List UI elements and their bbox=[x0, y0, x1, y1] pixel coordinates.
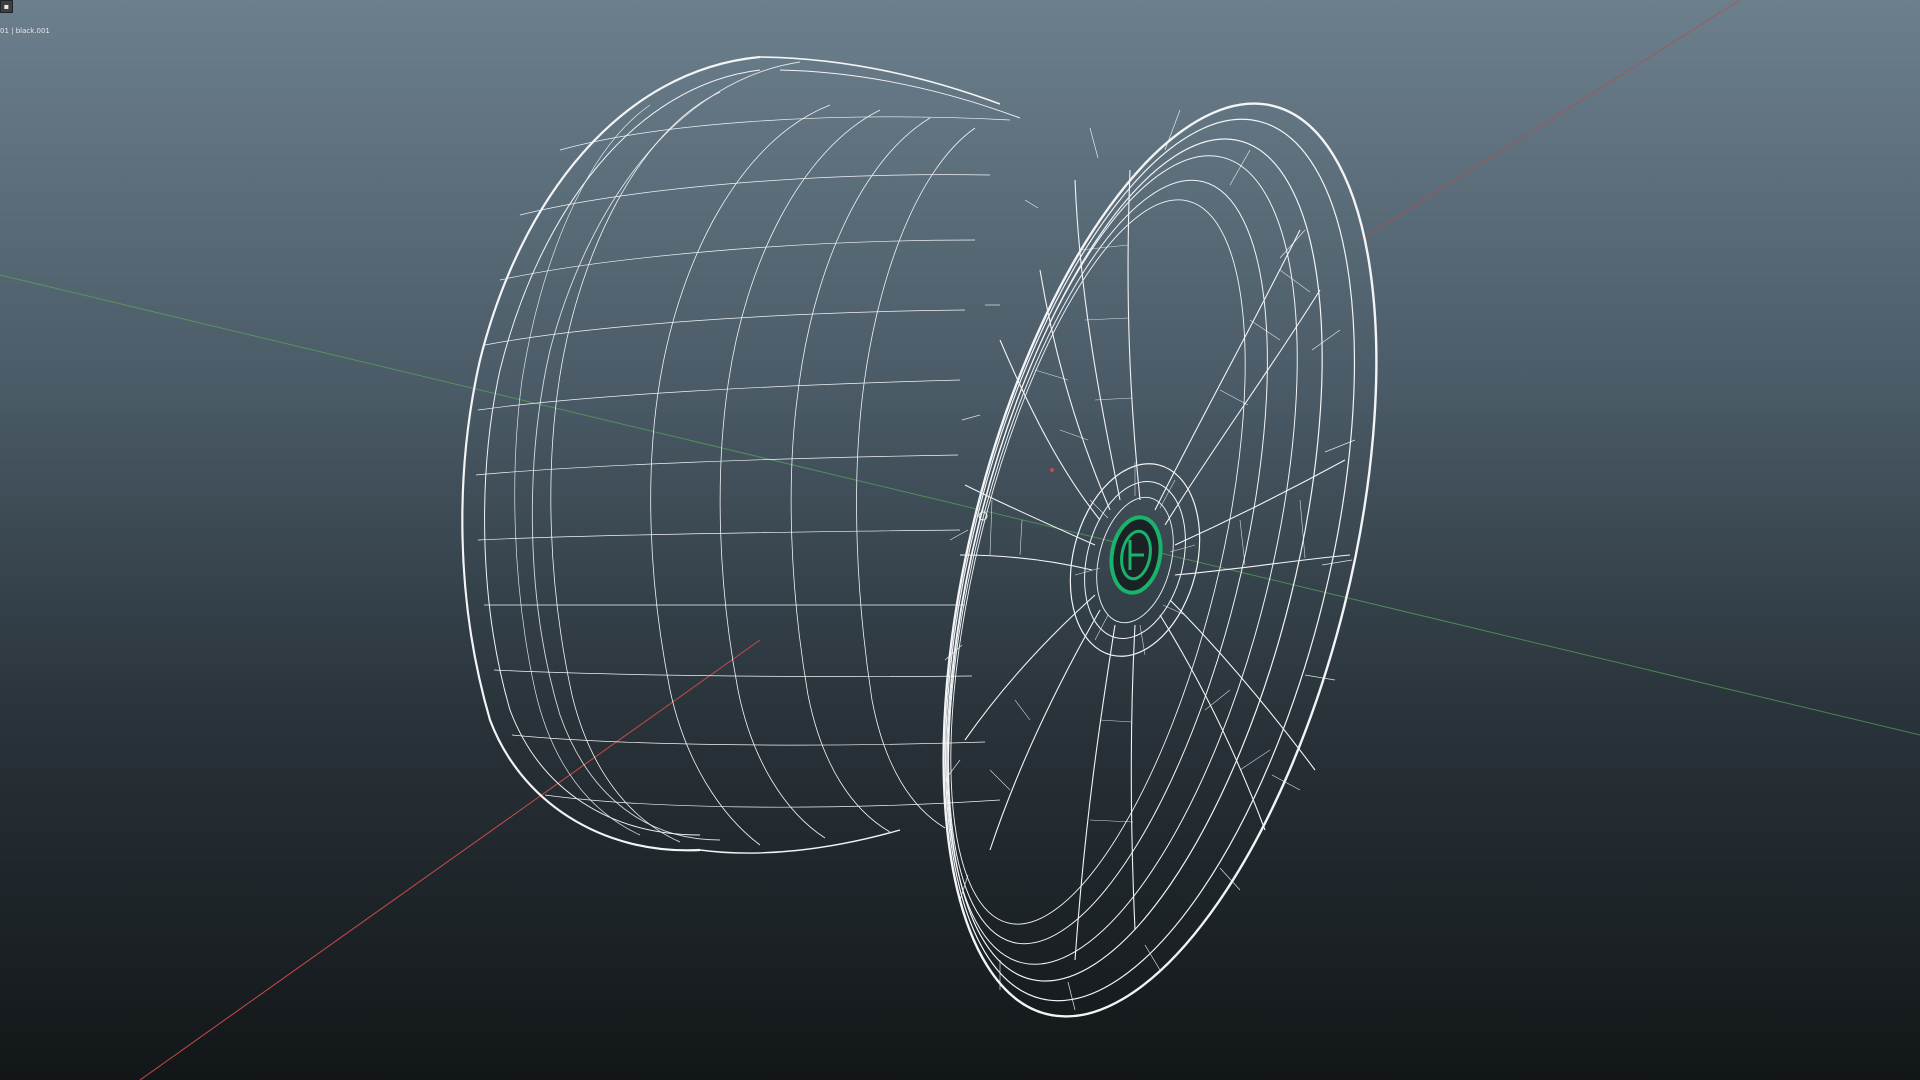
wireframe-scene[interactable] bbox=[0, 0, 1920, 1080]
viewport-menu-button[interactable]: ▪ bbox=[0, 0, 13, 13]
y-axis-line bbox=[0, 274, 1920, 736]
origin-pivot-marker bbox=[1050, 468, 1054, 472]
center-cap-emblem bbox=[1109, 515, 1163, 595]
x-axis-line bbox=[139, 639, 761, 1080]
3d-viewport[interactable]: ▪ 01 | black.001 bbox=[0, 0, 1920, 1080]
wheel-barrel bbox=[461, 55, 1021, 854]
object-name-label: 01 | black.001 bbox=[0, 27, 50, 35]
z-axis-line bbox=[1359, 0, 1741, 241]
